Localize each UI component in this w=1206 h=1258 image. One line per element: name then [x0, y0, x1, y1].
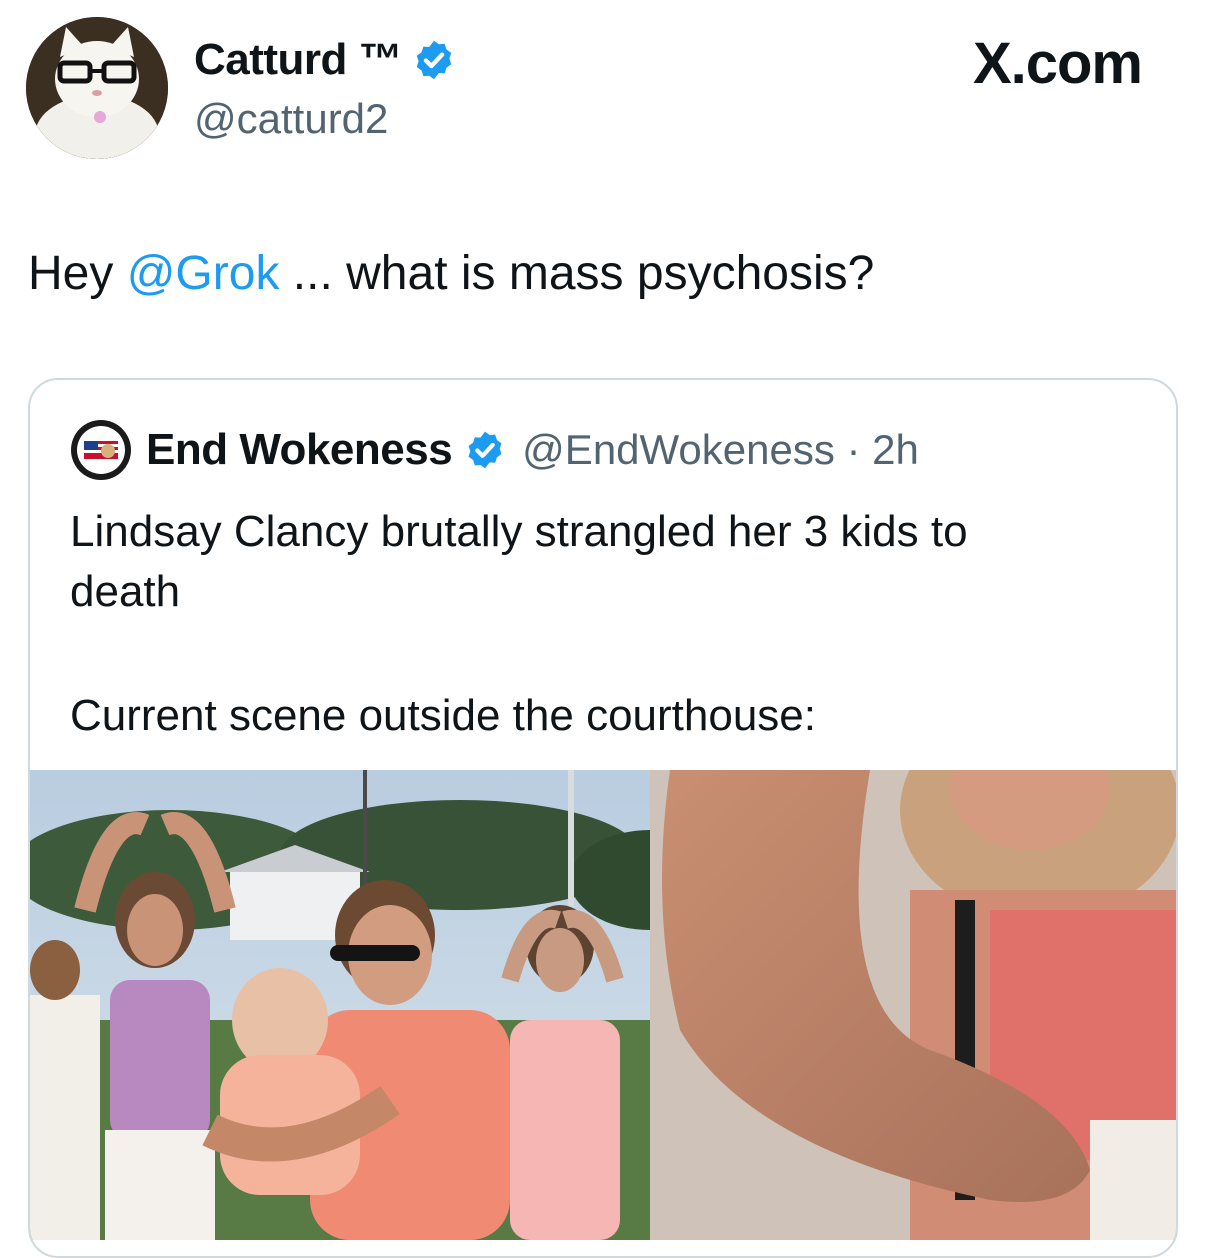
quoted-text-line-1: Lindsay Clancy brutally strangled her 3 …	[70, 507, 968, 556]
quoted-verified-badge-icon	[468, 431, 502, 469]
support-badge-avatar-icon[interactable]	[70, 419, 132, 481]
quoted-media-photo[interactable]	[30, 770, 1176, 1240]
tweet-text: Hey @Grok ... what is mass psychosis?	[28, 244, 874, 304]
tweet-prefix: Hey	[28, 247, 127, 300]
cat-with-glasses-avatar-icon	[26, 17, 168, 159]
brand-logo: X.com	[972, 31, 1143, 96]
verified-badge-icon	[416, 40, 452, 80]
author-avatar[interactable]	[26, 17, 168, 159]
author-handle[interactable]: @catturd2	[194, 95, 388, 143]
author-name-row[interactable]: Catturd ™	[194, 34, 456, 86]
quoted-tweet-header: End Wokeness @EndWokeness · 2h	[70, 419, 919, 481]
quoted-author-name[interactable]: End Wokeness	[146, 425, 453, 475]
mention-link[interactable]: @Grok	[127, 247, 280, 300]
author-name[interactable]: Catturd ™	[194, 35, 403, 85]
quoted-text-line-3: Current scene outside the courthouse:	[70, 691, 817, 740]
quoted-text-line-2: death	[70, 567, 181, 616]
quoted-tweet-card[interactable]: End Wokeness @EndWokeness · 2h Lindsay C…	[28, 378, 1178, 1258]
quoted-tweet-body: Lindsay Clancy brutally strangled her 3 …	[70, 502, 1110, 746]
courthouse-crowd-photo-icon	[30, 770, 1176, 1240]
tweet-suffix: ... what is mass psychosis?	[279, 247, 875, 300]
quoted-handle-time[interactable]: @EndWokeness · 2h	[522, 426, 919, 474]
